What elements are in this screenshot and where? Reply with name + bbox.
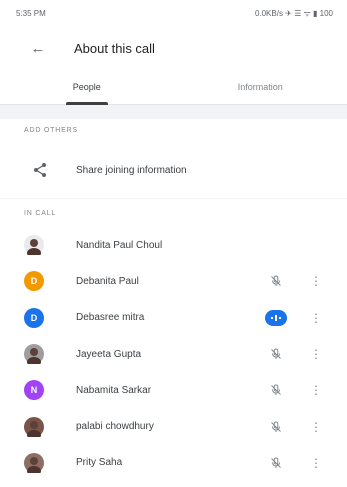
section-header-add-others: ADD OTHERS [24,127,78,134]
mic-off-icon [265,379,287,401]
person-name: Debasree mitra [76,312,145,324]
person-actions: ⋮ [265,336,327,372]
tab-information-label: Information [237,82,283,92]
list-item[interactable]: palabi chowdhury ⋮ [0,408,347,444]
person-name: Prity Saha [76,457,123,469]
speaking-indicator-icon [265,309,287,326]
person-name: Jayeeta Gupta [76,348,142,360]
person-actions: ⋮ [265,372,327,408]
avatar [24,416,44,437]
page-title: About this call [74,40,155,56]
avatar-letter: D [30,312,38,323]
avatar-photo-icon [27,456,41,473]
list-item[interactable]: D Debanita Paul ⋮ [0,263,347,299]
status-time: 5:35 PM [16,8,46,18]
section-header-in-call: IN CALL [24,210,57,217]
avatar [24,344,44,365]
person-name: Debanita Paul [76,275,139,287]
avatar-photo-icon [27,348,41,365]
avatar: D [24,307,44,328]
list-item[interactable]: N Nabamita Sarkar ⋮ [0,372,347,408]
people-list: Nandita Paul Choul D Debanita Paul ⋮ D Debasr… [0,227,347,481]
more-vert-icon[interactable]: ⋮ [305,416,327,438]
tab-bar: People Information [0,70,347,105]
share-joining-info-label: Share joining information [76,164,187,176]
person-actions: ⋮ [265,408,327,444]
list-item[interactable]: Nandita Paul Choul [0,227,347,263]
more-vert-icon[interactable]: ⋮ [305,452,327,474]
avatar: N [24,380,44,401]
person-actions: ⋮ [265,300,327,336]
person-actions: ⋮ [265,445,327,481]
back-button[interactable]: ← [18,28,58,68]
tab-information[interactable]: Information [174,70,347,104]
arrow-back-icon: ← [30,39,46,57]
tab-people[interactable]: People [0,70,174,105]
status-indicators: 0.0KB/s ✈ ☰ ᯤ ▮ 100 [254,8,333,18]
avatar-letter: N [30,385,38,396]
list-item[interactable]: Prity Saha ⋮ [0,445,347,481]
more-vert-icon[interactable]: ⋮ [305,307,327,329]
avatar-photo-icon [27,239,41,256]
more-vert-icon[interactable]: ⋮ [305,379,327,401]
person-name: palabi chowdhury [76,421,154,433]
mic-off-icon [265,452,287,474]
more-vert-icon[interactable]: ⋮ [305,270,327,292]
avatar [24,235,44,256]
list-item[interactable]: D Debasree mitra ⋮ [0,300,347,336]
person-name: Nandita Paul Choul [76,239,163,251]
mic-off-icon [265,270,287,292]
divider [0,198,347,199]
avatar [24,452,44,473]
list-item[interactable]: Jayeeta Gupta ⋮ [0,336,347,372]
more-vert-icon[interactable]: ⋮ [305,343,327,365]
section-divider [0,105,347,119]
share-joining-info-button[interactable]: Share joining information [0,148,347,192]
person-name: Nabamita Sarkar [76,384,152,396]
share-icon [28,162,52,178]
status-bar: 5:35 PM 0.0KB/s ✈ ☰ ᯤ ▮ 100 [0,0,347,26]
avatar-letter: D [30,276,38,287]
mic-off-icon [265,416,287,438]
avatar-photo-icon [27,420,41,437]
mic-off-icon [265,343,287,365]
avatar: D [24,271,44,292]
tab-people-label: People [72,82,101,92]
app-bar: ← About this call [0,26,347,70]
person-actions: ⋮ [265,263,327,299]
